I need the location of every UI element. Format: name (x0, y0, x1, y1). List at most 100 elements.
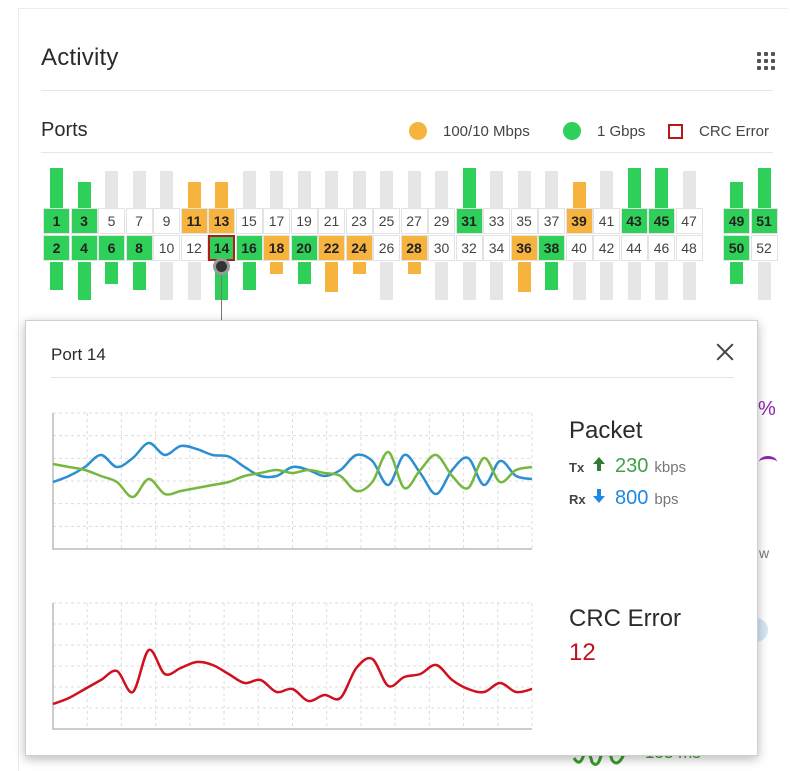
port-status-bar (600, 262, 613, 300)
port-18[interactable]: 18 (263, 235, 290, 261)
divider (41, 152, 773, 153)
port-19[interactable]: 19 (290, 208, 318, 234)
port-status-bar (215, 182, 228, 208)
green-dot-icon (563, 122, 581, 140)
port-31[interactable]: 31 (455, 208, 483, 234)
port-status-bar (325, 171, 338, 208)
packet-chart (52, 412, 533, 550)
legend-item-1-gbps: 1 Gbps (563, 120, 645, 142)
port-status-bar (682, 262, 696, 300)
port-47[interactable]: 47 (675, 208, 703, 234)
tx-unit: kbps (654, 459, 687, 476)
port-status-bar (270, 262, 283, 274)
port-1[interactable]: 1 (43, 208, 70, 234)
port-48[interactable]: 48 (675, 235, 703, 261)
port-43[interactable]: 43 (620, 208, 648, 234)
port-status-bar (490, 171, 503, 208)
port-4[interactable]: 4 (70, 235, 98, 261)
rx-value: 800 (615, 487, 649, 509)
port-44[interactable]: 44 (620, 235, 648, 261)
port-status-bar (407, 262, 421, 274)
packet-title: Packet (569, 417, 643, 444)
port-23[interactable]: 23 (345, 208, 373, 234)
port-8[interactable]: 8 (125, 235, 153, 261)
port-49[interactable]: 49 (723, 208, 750, 234)
port-status-bar (757, 262, 771, 300)
crc-value: 12 (569, 639, 596, 666)
port-10[interactable]: 10 (153, 235, 180, 261)
rx-label: Rx (569, 492, 586, 507)
port-13[interactable]: 13 (208, 208, 235, 234)
port-22[interactable]: 22 (318, 235, 345, 261)
port-39[interactable]: 39 (565, 208, 593, 234)
tx-label: Tx (569, 460, 585, 475)
port-38[interactable]: 38 (538, 235, 565, 261)
apps-grid-icon[interactable] (757, 52, 775, 70)
port-51[interactable]: 51 (750, 208, 778, 234)
port-34[interactable]: 34 (483, 235, 510, 261)
port-30[interactable]: 30 (428, 235, 455, 261)
rx-unit: bps (654, 491, 679, 508)
port-status-bar (50, 168, 63, 208)
port-5[interactable]: 5 (98, 208, 125, 234)
port-status-bar (160, 262, 173, 300)
port-status-bar (490, 262, 503, 300)
port-status-bar (407, 171, 421, 208)
port-28[interactable]: 28 (400, 235, 428, 261)
port-40[interactable]: 40 (565, 235, 593, 261)
port-3[interactable]: 3 (70, 208, 98, 234)
port-status-bar (132, 171, 146, 208)
port-36[interactable]: 36 (510, 235, 538, 261)
close-icon[interactable] (716, 343, 734, 361)
port-status-bar (730, 262, 743, 284)
port-16[interactable]: 16 (235, 235, 263, 261)
percent-fragment: % (758, 398, 776, 420)
port-status-bar (270, 171, 283, 208)
port-17[interactable]: 17 (263, 208, 290, 234)
w-fragment: w (759, 545, 770, 561)
port-46[interactable]: 46 (648, 235, 675, 261)
legend-label: 100/10 Mbps (443, 122, 530, 140)
activity-title: Activity (41, 44, 119, 71)
legend-label: 1 Gbps (597, 122, 646, 140)
port-42[interactable]: 42 (593, 235, 620, 261)
port-21[interactable]: 21 (318, 208, 345, 234)
port-25[interactable]: 25 (373, 208, 400, 234)
port-status-bar (627, 262, 641, 300)
port-50[interactable]: 50 (723, 235, 750, 261)
port-status-bar (655, 262, 668, 300)
port-status-bar (730, 182, 743, 208)
port-status-bar (462, 262, 476, 300)
rx-row: Rx 800 bps (569, 487, 679, 510)
port-status-bar (50, 262, 63, 290)
port-26[interactable]: 26 (373, 235, 400, 261)
port-status-bar (545, 171, 558, 208)
port-20[interactable]: 20 (290, 235, 318, 261)
port-45[interactable]: 45 (648, 208, 675, 234)
port-29[interactable]: 29 (428, 208, 455, 234)
port-32[interactable]: 32 (455, 235, 483, 261)
port-37[interactable]: 37 (538, 208, 565, 234)
crc-chart (52, 602, 533, 730)
port-41[interactable]: 41 (593, 208, 620, 234)
port-6[interactable]: 6 (98, 235, 125, 261)
port-27[interactable]: 27 (400, 208, 428, 234)
down-arrow-icon (591, 488, 611, 509)
port-24[interactable]: 24 (345, 235, 373, 261)
port-status-bar (242, 171, 256, 208)
port-7[interactable]: 7 (125, 208, 153, 234)
port-11[interactable]: 11 (180, 208, 208, 234)
port-12[interactable]: 12 (180, 235, 208, 261)
port-status-bar (572, 182, 586, 208)
port-33[interactable]: 33 (483, 208, 510, 234)
port-9[interactable]: 9 (153, 208, 180, 234)
port-35[interactable]: 35 (510, 208, 538, 234)
port-status-bar (77, 262, 91, 300)
divider (41, 90, 773, 91)
port-status-bar (757, 168, 771, 208)
port-status-bar (352, 171, 366, 208)
port-15[interactable]: 15 (235, 208, 263, 234)
port-status-bar (682, 171, 696, 208)
port-52[interactable]: 52 (750, 235, 778, 261)
port-2[interactable]: 2 (43, 235, 70, 261)
